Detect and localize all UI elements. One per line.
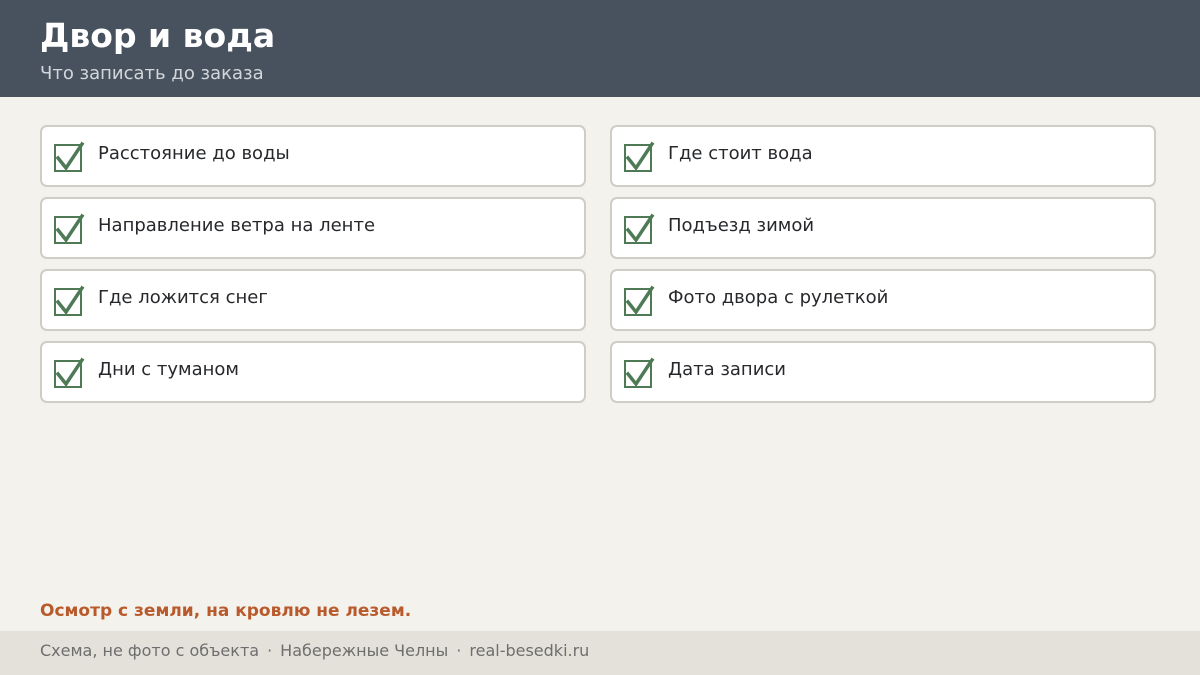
checklist-item[interactable]: Где стоит вода xyxy=(610,125,1156,187)
checklist-item-label: Дата записи xyxy=(668,359,786,380)
checkbox-checked-icon[interactable] xyxy=(54,213,85,244)
checkbox-checked-icon[interactable] xyxy=(624,357,655,388)
checkmark-icon xyxy=(625,285,655,315)
checkmark-icon xyxy=(625,357,655,387)
footer-separator: · xyxy=(267,641,273,660)
checklist-item[interactable]: Дни с туманом xyxy=(40,341,586,403)
checkmark-icon xyxy=(55,285,85,315)
safety-note: Осмотр с земли, на кровлю не лезем. xyxy=(40,601,412,621)
checklist-item-label: Подъезд зимой xyxy=(668,215,815,236)
checklist-item-label: Направление ветра на ленте xyxy=(98,215,376,236)
checkmark-icon xyxy=(55,357,85,387)
checklist-item[interactable]: Фото двора с рулеткой xyxy=(610,269,1156,331)
checkbox-checked-icon[interactable] xyxy=(54,285,85,316)
checklist-item-label: Где ложится снег xyxy=(98,287,268,308)
checkmark-icon xyxy=(55,213,85,243)
checklist-item-label: Фото двора с рулеткой xyxy=(668,287,889,308)
footer-separator: · xyxy=(456,641,462,660)
checklist-item-label: Дни с туманом xyxy=(98,359,239,380)
footer-text: Схема, не фото с объекта · Набережные Челн… xyxy=(40,640,589,662)
checkmark-icon xyxy=(55,141,85,171)
checkbox-checked-icon[interactable] xyxy=(54,141,85,172)
footer-bar: Схема, не фото с объекта · Набережные Челн… xyxy=(0,631,1200,675)
page-subtitle: Что записать до заказа xyxy=(40,63,264,84)
checkbox-checked-icon[interactable] xyxy=(624,141,655,172)
checklist-item[interactable]: Расстояние до воды xyxy=(40,125,586,187)
checkmark-icon xyxy=(625,141,655,171)
checklist-grid: Расстояние до воды Где стоит вода Направ… xyxy=(40,125,1156,403)
footer-website-link[interactable]: real-besedki.ru xyxy=(469,641,589,660)
checkbox-checked-icon[interactable] xyxy=(54,357,85,388)
checklist-item-label: Расстояние до воды xyxy=(98,143,290,164)
checklist-item-label: Где стоит вода xyxy=(668,143,813,164)
checklist-item[interactable]: Подъезд зимой xyxy=(610,197,1156,259)
checkmark-icon xyxy=(625,213,655,243)
checklist-item[interactable]: Дата записи xyxy=(610,341,1156,403)
checklist-item[interactable]: Направление ветра на ленте xyxy=(40,197,586,259)
footer-city: Набережные Челны xyxy=(280,641,449,660)
checkbox-checked-icon[interactable] xyxy=(624,213,655,244)
header-bar: Двор и вода Что записать до заказа xyxy=(0,0,1200,97)
checkbox-checked-icon[interactable] xyxy=(624,285,655,316)
checklist-item[interactable]: Где ложится снег xyxy=(40,269,586,331)
page-title: Двор и вода xyxy=(40,16,276,55)
footer-disclaimer: Схема, не фото с объекта xyxy=(40,641,260,660)
